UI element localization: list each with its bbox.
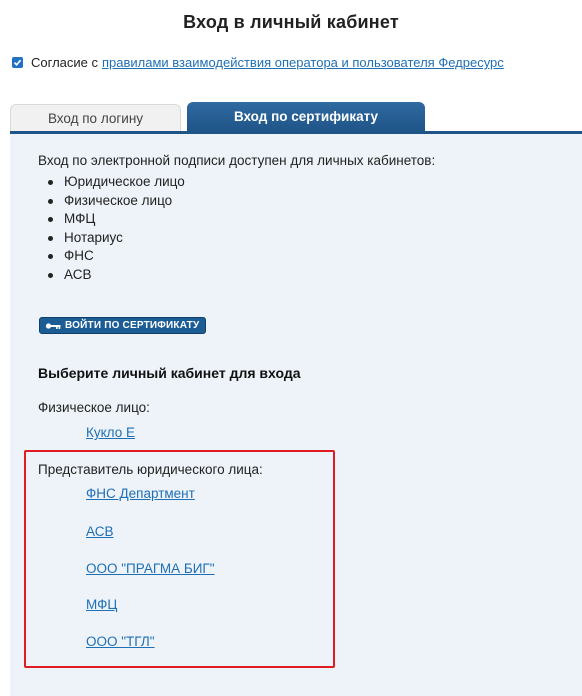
consent-checkbox[interactable] bbox=[12, 57, 23, 68]
choose-cabinet-heading: Выберите личный кабинет для входа bbox=[38, 365, 301, 381]
consent-label: Согласие с bbox=[31, 55, 98, 70]
page-title: Вход в личный кабинет bbox=[183, 12, 399, 32]
login-tabs: Вход по логину Вход по сертификату bbox=[10, 102, 425, 132]
list-item: ФНС bbox=[38, 247, 185, 266]
key-icon bbox=[45, 322, 61, 330]
login-by-certificate-label: ВОЙТИ ПО СЕРТИФИКАТУ bbox=[65, 320, 200, 331]
list-item: Юридическое лицо bbox=[38, 173, 185, 192]
list-item: АСВ bbox=[38, 266, 185, 285]
tab-login[interactable]: Вход по логину bbox=[10, 104, 181, 132]
list-item: Физическое лицо bbox=[38, 192, 185, 211]
tab-certificate[interactable]: Вход по сертификату bbox=[187, 102, 425, 132]
login-by-certificate-button[interactable]: ВОЙТИ ПО СЕРТИФИКАТУ bbox=[39, 317, 207, 334]
intro-text: Вход по электронной подписи доступен для… bbox=[38, 153, 436, 168]
list-item: МФЦ bbox=[38, 210, 185, 229]
individual-account-link[interactable]: Кукло Е bbox=[86, 425, 135, 440]
individual-label: Физическое лицо: bbox=[38, 400, 150, 415]
consent-row: Согласие с правилами взаимодействия опер… bbox=[12, 55, 582, 70]
login-page: Вход в личный кабинет Согласие с правила… bbox=[0, 0, 582, 696]
highlight-frame bbox=[24, 450, 335, 668]
checkmark-icon bbox=[13, 59, 22, 66]
consent-rules-link[interactable]: правилами взаимодействия оператора и пол… bbox=[102, 55, 504, 70]
cabinet-types-list: Юридическое лицо Физическое лицо МФЦ Нот… bbox=[38, 173, 185, 284]
list-item: Нотариус bbox=[38, 229, 185, 248]
